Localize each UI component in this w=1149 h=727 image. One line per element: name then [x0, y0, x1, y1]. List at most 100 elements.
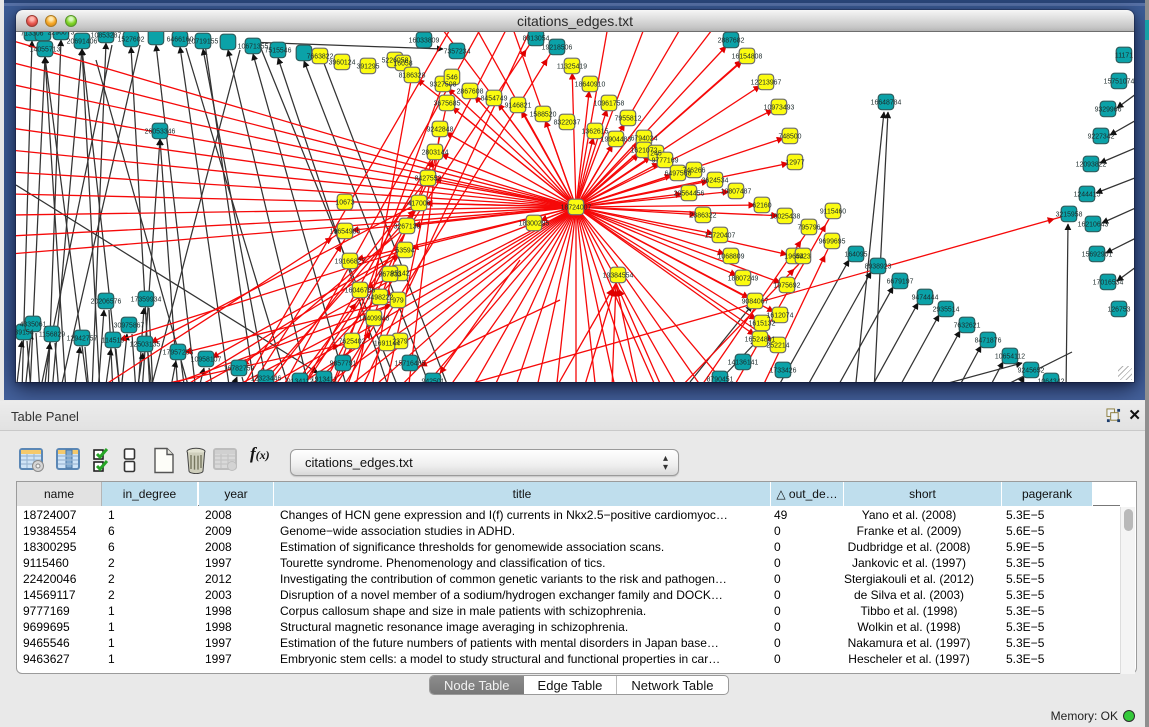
svg-text:252214: 252214 — [767, 342, 790, 349]
svg-text:1691144: 1691144 — [374, 340, 400, 347]
svg-text:3498222: 3498222 — [367, 294, 394, 301]
svg-text:8186328: 8186328 — [399, 72, 426, 79]
svg-text:18640910: 18640910 — [575, 81, 606, 88]
svg-text:391295: 391295 — [357, 63, 380, 70]
svg-text:2867608: 2867608 — [457, 88, 484, 95]
svg-text:9115460: 9115460 — [820, 208, 846, 215]
svg-text:713306: 713306 — [21, 32, 44, 37]
svg-text:7955812: 7955812 — [615, 115, 642, 122]
svg-text:15751074: 15751074 — [1104, 78, 1134, 85]
svg-text:39154: 39154 — [16, 329, 34, 336]
svg-text:8471876: 8471876 — [975, 337, 1002, 344]
svg-text:20691406: 20691406 — [67, 38, 98, 45]
svg-text:16409948: 16409948 — [359, 315, 390, 322]
svg-text:9084067: 9084067 — [742, 298, 769, 305]
svg-text:1913411: 1913411 — [311, 376, 337, 382]
svg-text:1156829: 1156829 — [39, 331, 65, 338]
svg-text:8322037: 8322037 — [554, 119, 581, 126]
svg-text:12942757: 12942757 — [67, 335, 98, 342]
svg-text:62160: 62160 — [752, 202, 771, 209]
svg-text:15720407: 15720407 — [705, 232, 736, 239]
svg-text:1588520: 1588520 — [530, 111, 557, 118]
svg-text:979: 979 — [392, 297, 404, 304]
svg-text:795796: 795796 — [798, 224, 821, 231]
svg-text:14136141: 14136141 — [728, 359, 759, 366]
svg-text:9777169: 9777169 — [652, 157, 679, 164]
svg-text:6679197: 6679197 — [887, 278, 914, 285]
svg-text:11325419: 11325419 — [557, 63, 587, 70]
svg-text:8427552: 8427552 — [415, 175, 442, 182]
svg-text:20206576: 20206576 — [91, 298, 122, 305]
svg-text:2803144: 2803144 — [422, 149, 449, 156]
svg-text:746266: 746266 — [683, 167, 706, 174]
svg-text:7357234: 7357234 — [444, 48, 471, 55]
svg-text:16033809: 16033809 — [409, 37, 440, 44]
svg-text:19218506: 19218506 — [542, 44, 573, 51]
svg-text:10025438: 10025438 — [770, 213, 801, 220]
svg-text:10973493: 10973493 — [764, 104, 795, 111]
svg-text:245: 245 — [650, 150, 662, 157]
svg-text:10673: 10673 — [335, 199, 354, 206]
svg-text:1612074: 1612074 — [767, 312, 794, 319]
svg-text:7625402: 7625402 — [339, 338, 366, 345]
svg-text:19384554: 19384554 — [603, 272, 634, 279]
svg-text:19654985: 19654985 — [330, 228, 361, 235]
svg-text:3960124: 3960124 — [329, 59, 356, 66]
svg-text:10958107: 10958107 — [191, 356, 222, 363]
svg-text:10961758: 10961758 — [594, 100, 625, 107]
svg-text:9699695: 9699695 — [819, 238, 846, 245]
svg-text:10654112: 10654112 — [995, 353, 1025, 360]
svg-text:12503135: 12503135 — [130, 341, 161, 348]
svg-text:164095: 164095 — [845, 251, 868, 258]
svg-text:8790451: 8790451 — [707, 376, 734, 382]
svg-text:19904483: 19904483 — [601, 136, 632, 143]
svg-text:8938923: 8938923 — [865, 263, 892, 270]
svg-text:2296073: 2296073 — [48, 32, 75, 36]
svg-text:18300295: 18300295 — [519, 220, 550, 227]
svg-text:17359934: 17359934 — [131, 296, 162, 303]
svg-text:53594: 53594 — [395, 247, 414, 254]
svg-text:867833: 867833 — [379, 271, 402, 278]
svg-text:12093822: 12093822 — [1076, 161, 1107, 168]
svg-text:30975867: 30975867 — [114, 322, 145, 329]
svg-text:7515546: 7515546 — [265, 47, 292, 54]
svg-text:19166827: 19166827 — [335, 258, 366, 265]
svg-text:114519: 114519 — [102, 337, 125, 344]
svg-text:9146821: 9146821 — [505, 102, 532, 109]
svg-text:1733426: 1733426 — [770, 367, 797, 374]
svg-text:15692901: 15692901 — [1082, 251, 1113, 258]
svg-text:9474444: 9474444 — [912, 294, 939, 301]
svg-text:546: 546 — [446, 74, 458, 81]
svg-text:126753: 126753 — [1108, 306, 1131, 313]
svg-text:10807487: 10807487 — [721, 188, 752, 195]
svg-text:17016534: 17016534 — [1093, 279, 1124, 286]
svg-text:2935514: 2935514 — [933, 306, 960, 313]
svg-text:12977: 12977 — [785, 159, 804, 166]
svg-text:4335061: 4335061 — [20, 321, 47, 328]
svg-text:8813054: 8813054 — [523, 35, 550, 42]
svg-text:6794024: 6794024 — [631, 135, 658, 142]
svg-text:4923: 4923 — [795, 253, 810, 260]
svg-text:8454749: 8454749 — [481, 95, 508, 102]
svg-text:16058: 16058 — [393, 60, 412, 67]
svg-text:1362615: 1362615 — [582, 128, 609, 135]
svg-text:2386322: 2386322 — [690, 212, 717, 219]
svg-text:16210643: 16210643 — [1078, 221, 1109, 228]
svg-text:20564456: 20564456 — [674, 190, 705, 197]
svg-text:16154808: 16154808 — [732, 53, 763, 60]
svg-text:12213967: 12213967 — [751, 79, 782, 86]
svg-text:3267130: 3267130 — [394, 223, 421, 230]
svg-text:942501: 942501 — [422, 378, 445, 382]
svg-text:14055713: 14055713 — [30, 46, 61, 53]
svg-text:16648784: 16648784 — [871, 99, 902, 106]
svg-text:417006: 417006 — [408, 200, 431, 207]
svg-text:3675685: 3675685 — [434, 100, 461, 107]
svg-text:1244415: 1244415 — [1074, 191, 1101, 198]
svg-text:9245652: 9245652 — [1018, 367, 1045, 374]
svg-text:17957253: 17957253 — [163, 349, 194, 356]
svg-text:1068809: 1068809 — [718, 253, 745, 260]
svg-text:1527602: 1527602 — [118, 36, 145, 43]
svg-text:11171: 11171 — [1115, 52, 1133, 59]
svg-text:16046786: 16046786 — [345, 287, 376, 294]
svg-text:7632621: 7632621 — [954, 322, 981, 329]
